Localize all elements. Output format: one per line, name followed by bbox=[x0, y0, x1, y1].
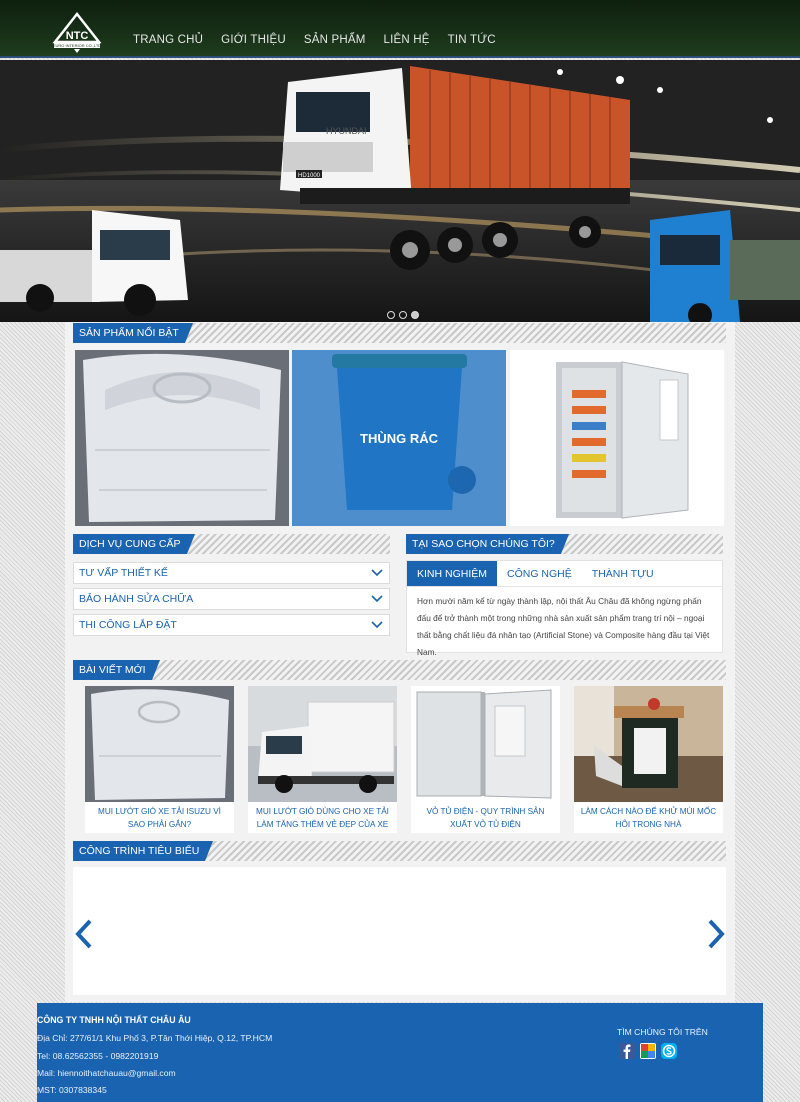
chevron-down-icon bbox=[371, 621, 383, 629]
news-image[interactable] bbox=[574, 686, 723, 802]
logo-text: NTC bbox=[66, 30, 89, 42]
main-nav: TRANG CHỦ GIỚI THIỆU SẢN PHẨM LIÊN HỆ TI… bbox=[124, 34, 505, 46]
skype-icon[interactable] bbox=[661, 1043, 677, 1059]
news-card[interactable]: MUI LƯỚT GIÓ DÙNG CHO XE TẢI LÀM TĂNG TH… bbox=[248, 686, 397, 833]
service-item-design-consulting[interactable]: TƯ VẤP THIẾT KẾ bbox=[73, 562, 390, 584]
nav-home[interactable]: TRANG CHỦ bbox=[133, 34, 203, 46]
why-tabs-panel: KINH NGHIỆM CÔNG NGHỆ THÀNH TỰU Hơn mười… bbox=[406, 560, 723, 657]
service-item-installation[interactable]: THI CÔNG LẮP ĐẶT bbox=[73, 614, 390, 636]
chevron-down-icon bbox=[371, 569, 383, 577]
projects-section-header: CÔNG TRÌNH TIÊU BIỂU bbox=[73, 841, 726, 861]
truck-brand-text: HYUNDAI bbox=[326, 126, 367, 136]
news-title-link[interactable]: VỎ TỦ ĐIỆN - QUY TRÌNH SẢN XUẤT VỎ TỦ ĐI… bbox=[415, 805, 556, 831]
slider-dots bbox=[387, 311, 423, 319]
footer-find-us-label: TÌM CHÚNG TÔI TRÊN bbox=[617, 1027, 708, 1037]
service-item-label: TƯ VẤP THIẾT KẾ bbox=[79, 567, 168, 579]
news-card[interactable]: MUI LƯỚT GIÓ XE TẢI ISUZU VÌ SAO PHẢI GẮ… bbox=[85, 686, 234, 833]
nav-products[interactable]: SẢN PHẨM bbox=[304, 34, 366, 46]
carousel-next-icon[interactable] bbox=[706, 919, 726, 949]
news-card[interactable]: VỎ TỦ ĐIỆN - QUY TRÌNH SẢN XUẤT VỎ TỦ ĐI… bbox=[411, 686, 560, 833]
product-card-electric-cabinet[interactable] bbox=[510, 350, 724, 526]
footer-address: Địa Chỉ: 277/61/1 Khu Phố 3, P.Tân Thới … bbox=[37, 1033, 273, 1043]
trash-bin-overlay: THÙNG RÁC bbox=[292, 350, 506, 526]
why-tabs: KINH NGHIỆM CÔNG NGHỆ THÀNH TỰU bbox=[407, 561, 722, 587]
why-section-header: TẠI SAO CHỌN CHÚNG TÔI? bbox=[406, 534, 723, 554]
projects-title: CÔNG TRÌNH TIÊU BIỂU bbox=[73, 841, 214, 861]
site-footer: CÔNG TY TNHH NỘI THẤT CHÂU ÂU Địa Chỉ: 2… bbox=[37, 1003, 763, 1102]
facebook-icon[interactable] bbox=[619, 1043, 635, 1059]
news-title-link[interactable]: LÀM CÁCH NÀO ĐỂ KHỬ MÙI MỐC HÔI TRONG NH… bbox=[578, 805, 719, 831]
trash-bin-label: THÙNG RÁC bbox=[360, 430, 438, 446]
product-card-trash-bin[interactable]: THÙNG RÁC bbox=[292, 350, 506, 526]
services-title: DỊCH VỤ CUNG CẤP bbox=[73, 534, 194, 554]
news-title: BÀI VIẾT MỚI bbox=[73, 660, 160, 680]
nav-news[interactable]: TIN TỨC bbox=[448, 34, 496, 46]
logo-subtext: EURO INTERIOR CO.,LTD bbox=[53, 43, 101, 48]
news-title-link[interactable]: MUI LƯỚT GIÓ DÙNG CHO XE TẢI LÀM TĂNG TH… bbox=[252, 805, 393, 831]
footer-company-name: CÔNG TY TNHH NỘI THẤT CHÂU ÂU bbox=[37, 1015, 191, 1025]
wind-deflector-image bbox=[75, 350, 289, 526]
tab-achievements[interactable]: THÀNH TỰU bbox=[582, 561, 664, 586]
service-item-label: BẢO HÀNH SỬA CHỮA bbox=[79, 593, 194, 605]
news-image[interactable] bbox=[85, 686, 234, 802]
news-card[interactable]: LÀM CÁCH NÀO ĐỂ KHỬ MÙI MỐC HÔI TRONG NH… bbox=[574, 686, 723, 833]
footer-phone: Tel: 08.62562355 - 0982201919 bbox=[37, 1051, 159, 1061]
slider-dot-1[interactable] bbox=[387, 311, 395, 319]
company-logo[interactable]: NTC EURO INTERIOR CO.,LTD bbox=[52, 11, 102, 54]
featured-title: SẢN PHẨM NỔI BẬT bbox=[73, 323, 193, 343]
news-image[interactable] bbox=[248, 686, 397, 802]
featured-section-header: SẢN PHẨM NỔI BẬT bbox=[73, 323, 726, 343]
projects-carousel bbox=[73, 867, 726, 995]
news-title-link[interactable]: MUI LƯỚT GIÓ XE TẢI ISUZU VÌ SAO PHẢI GẮ… bbox=[89, 805, 230, 831]
services-section-header: DỊCH VỤ CUNG CẤP bbox=[73, 534, 390, 554]
site-header: NTC EURO INTERIOR CO.,LTD TRANG CHỦ GIỚI… bbox=[0, 0, 800, 58]
nav-contact[interactable]: LIÊN HỆ bbox=[384, 34, 430, 46]
chevron-down-icon bbox=[371, 595, 383, 603]
footer-tax-code: MST: 0307838345 bbox=[37, 1085, 107, 1095]
tab-technology[interactable]: CÔNG NGHỆ bbox=[497, 561, 582, 586]
why-description: Hơn mười năm kể từ ngày thành lập, nội t… bbox=[417, 596, 710, 657]
hero-image: HYUNDAI HD1000 bbox=[0, 60, 800, 322]
carousel-prev-icon[interactable] bbox=[74, 919, 94, 949]
service-item-warranty-repair[interactable]: BẢO HÀNH SỬA CHỮA bbox=[73, 588, 390, 610]
news-image[interactable] bbox=[411, 686, 560, 802]
news-section-header: BÀI VIẾT MỚI bbox=[73, 660, 726, 680]
google-plus-icon[interactable] bbox=[640, 1043, 656, 1059]
slider-dot-2[interactable] bbox=[399, 311, 407, 319]
truck-plate-text: HD1000 bbox=[298, 173, 321, 179]
service-item-label: THI CÔNG LẮP ĐẶT bbox=[79, 619, 177, 631]
electric-cabinet-image bbox=[510, 350, 724, 526]
why-title: TẠI SAO CHỌN CHÚNG TÔI? bbox=[406, 534, 569, 554]
tab-experience[interactable]: KINH NGHIỆM bbox=[407, 561, 498, 586]
product-card-wind-deflector[interactable] bbox=[75, 350, 289, 526]
footer-mail[interactable]: Mail: hiennoithatchauau@gmail.com bbox=[37, 1068, 176, 1078]
hero-slider[interactable]: HYUNDAI HD1000 bbox=[0, 60, 800, 322]
slider-dot-3[interactable] bbox=[411, 311, 419, 319]
nav-about[interactable]: GIỚI THIỆU bbox=[221, 34, 286, 46]
